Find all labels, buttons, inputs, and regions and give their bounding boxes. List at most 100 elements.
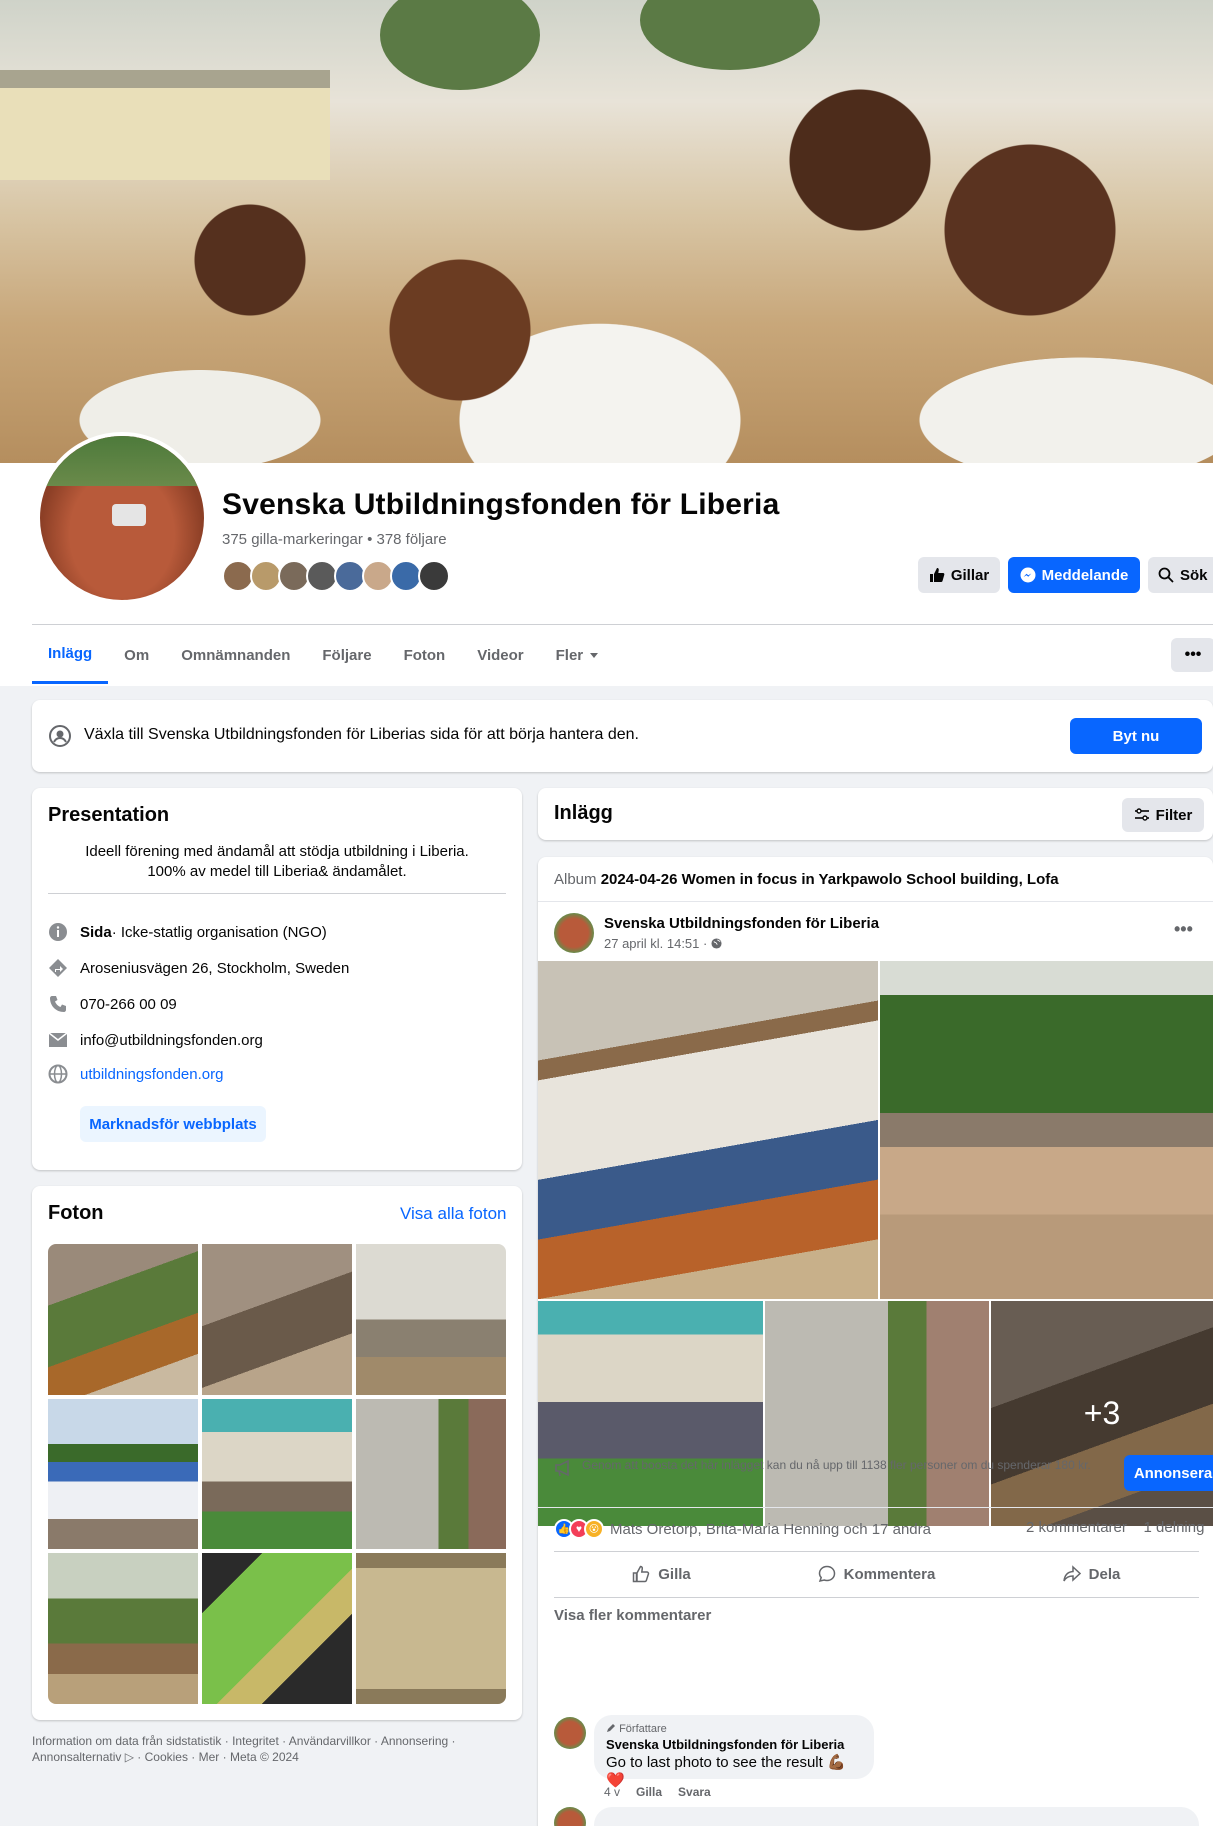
phone-row: 070-266 00 09 xyxy=(48,994,177,1014)
tab-posts[interactable]: Inlägg xyxy=(32,626,109,684)
divider xyxy=(538,901,1213,902)
photo-thumbnail[interactable] xyxy=(356,1553,506,1704)
tab-mentions[interactable]: Omnämnanden xyxy=(165,626,306,684)
like-button[interactable]: Gilla xyxy=(554,1555,769,1593)
comment-text: Go to last photo to see the result 💪🏾❤️ xyxy=(606,1754,846,1789)
filter-button[interactable]: Filter xyxy=(1122,798,1204,832)
photo-thumbnail[interactable] xyxy=(48,1398,198,1550)
post-photo[interactable] xyxy=(538,961,878,1299)
post-options-button[interactable]: ••• xyxy=(1174,919,1193,940)
intro-description: Ideell förening med ändamål att stödja u… xyxy=(48,842,506,882)
pencil-icon xyxy=(607,1724,615,1732)
comment-author-avatar[interactable] xyxy=(554,1717,586,1749)
message-button[interactable]: Meddelande xyxy=(1008,557,1140,593)
posts-header-card: Inlägg Filter xyxy=(538,788,1213,840)
see-all-photos-link[interactable]: Visa alla foton xyxy=(400,1204,506,1224)
post-photo[interactable] xyxy=(880,961,1213,1299)
photo-thumbnail[interactable] xyxy=(48,1244,198,1395)
follower-avatars[interactable] xyxy=(222,560,450,592)
filter-label: Filter xyxy=(1155,806,1193,824)
tab-label: Foton xyxy=(403,646,446,664)
comment-icon xyxy=(818,1565,835,1583)
page-stats[interactable]: 375 gilla-markeringar • 378 följare xyxy=(222,531,447,548)
posts-title: Inlägg xyxy=(554,802,613,824)
phone-text: 070-266 00 09 xyxy=(80,995,177,1013)
profile-picture[interactable] xyxy=(36,432,208,604)
tab-label: Omnämnanden xyxy=(181,646,291,664)
search-icon xyxy=(1158,567,1174,583)
share-label: Dela xyxy=(1088,1565,1121,1583)
comment-input[interactable] xyxy=(594,1807,1199,1826)
footer-links[interactable]: Annonsalternativ ▷ · Cookies · Mer · Met… xyxy=(32,1749,522,1765)
info-icon xyxy=(48,922,68,942)
post-author-name[interactable]: Svenska Utbildningsfonden för Liberia xyxy=(604,915,879,932)
album-title-link[interactable]: 2024-04-26 Women in focus in Yarkpawolo … xyxy=(601,871,1059,888)
comment-age[interactable]: 4 v xyxy=(604,1785,620,1799)
cover-tree xyxy=(380,0,540,90)
reactions-summary[interactable]: 👍 ♥ 😮 Mats Oretorp, Brita-Maria Henning … xyxy=(554,1519,931,1539)
page-tabs: Inlägg Om Omnämnanden Följare Foton Vide… xyxy=(32,626,615,684)
photo-thumbnail[interactable] xyxy=(48,1553,198,1704)
tab-label: Fler xyxy=(555,646,584,664)
switch-now-button[interactable]: Byt nu xyxy=(1070,718,1202,754)
sliders-icon xyxy=(1134,808,1149,821)
search-page-label: Sök xyxy=(1180,566,1208,584)
search-page-button[interactable]: Sök xyxy=(1148,557,1213,593)
website-link[interactable]: utbildningsfonden.org xyxy=(80,1066,223,1083)
tab-about[interactable]: Om xyxy=(108,626,165,684)
tab-photos[interactable]: Foton xyxy=(388,626,462,684)
tab-followers[interactable]: Följare xyxy=(306,626,387,684)
promote-website-button[interactable]: Marknadsför webbplats xyxy=(80,1106,266,1142)
photo-thumbnail[interactable] xyxy=(202,1398,352,1550)
advertise-button[interactable]: Annonsera xyxy=(1124,1455,1213,1491)
divider xyxy=(48,893,506,894)
page-footer: Information om data från sidstatistik · … xyxy=(32,1733,522,1765)
author-badge-label: Författare xyxy=(619,1723,667,1735)
comment-actions: 4 v Gilla Svara xyxy=(604,1785,711,1799)
engagement-counts: 2 kommentarer 1 delning xyxy=(1026,1519,1204,1536)
comments-count[interactable]: 2 kommentarer xyxy=(1026,1519,1127,1536)
like-page-button[interactable]: Gillar xyxy=(918,557,1000,593)
tab-label: Följare xyxy=(322,646,372,664)
phone-icon xyxy=(48,994,68,1014)
intro-description-line: 100% av medel till Liberia& ändamålet. xyxy=(147,863,407,880)
photo-thumbnail[interactable] xyxy=(202,1553,352,1704)
view-more-comments-link[interactable]: Visa fler kommentarer xyxy=(554,1607,711,1624)
shares-count[interactable]: 1 delning xyxy=(1144,1519,1205,1536)
photo-thumbnail[interactable] xyxy=(202,1244,352,1395)
avatar[interactable] xyxy=(418,560,450,592)
website-row: utbildningsfonden.org xyxy=(48,1064,223,1084)
post-timestamp[interactable]: 27 april kl. 14:51 · xyxy=(604,936,722,951)
more-options-button[interactable]: ••• xyxy=(1171,638,1213,672)
tab-label: Om xyxy=(124,646,150,664)
boost-banner: Genom att boosta det här inlägget kan du… xyxy=(554,1453,1213,1497)
tab-videos[interactable]: Videor xyxy=(461,626,539,684)
comment-bubble: Författare Svenska Utbildningsfonden för… xyxy=(594,1715,874,1789)
share-icon xyxy=(1062,1565,1081,1582)
comment-reply-button[interactable]: Svara xyxy=(678,1785,711,1799)
post-author-avatar[interactable] xyxy=(554,913,594,953)
envelope-icon xyxy=(48,1030,68,1050)
post-actions: Gilla Kommentera Dela xyxy=(554,1555,1199,1593)
comment-author-name[interactable]: Svenska Utbildningsfonden för Liberia xyxy=(606,1737,862,1752)
address-text: Aroseniusvägen 26, Stockholm, Sweden xyxy=(80,959,350,977)
tab-label: Videor xyxy=(477,646,524,664)
reactions-text: Mats Oretorp, Brita-Maria Henning och 17… xyxy=(610,1520,931,1538)
cover-photo[interactable] xyxy=(0,0,1213,463)
divider xyxy=(538,1507,1213,1508)
post-card: Album 2024-04-26 Women in focus in Yarkp… xyxy=(538,857,1213,1826)
photo-thumbnail[interactable] xyxy=(356,1244,506,1395)
share-button[interactable]: Dela xyxy=(984,1555,1199,1593)
comment-button[interactable]: Kommentera xyxy=(769,1555,984,1593)
intro-title: Presentation xyxy=(48,804,170,826)
comment-label: Kommentera xyxy=(843,1565,936,1583)
photo-thumbnail[interactable] xyxy=(356,1398,506,1550)
footer-links[interactable]: Information om data från sidstatistik · … xyxy=(32,1733,522,1749)
tab-more[interactable]: Fler xyxy=(540,626,616,684)
comment-like-button[interactable]: Gilla xyxy=(636,1785,662,1799)
photos-title: Foton xyxy=(48,1202,104,1224)
album-line: Album 2024-04-26 Women in focus in Yarkp… xyxy=(554,871,1059,888)
divider xyxy=(554,1597,1199,1598)
switch-banner-text: Växla till Svenska Utbildningsfonden för… xyxy=(84,726,639,743)
email-row: info@utbildningsfonden.org xyxy=(48,1030,263,1050)
